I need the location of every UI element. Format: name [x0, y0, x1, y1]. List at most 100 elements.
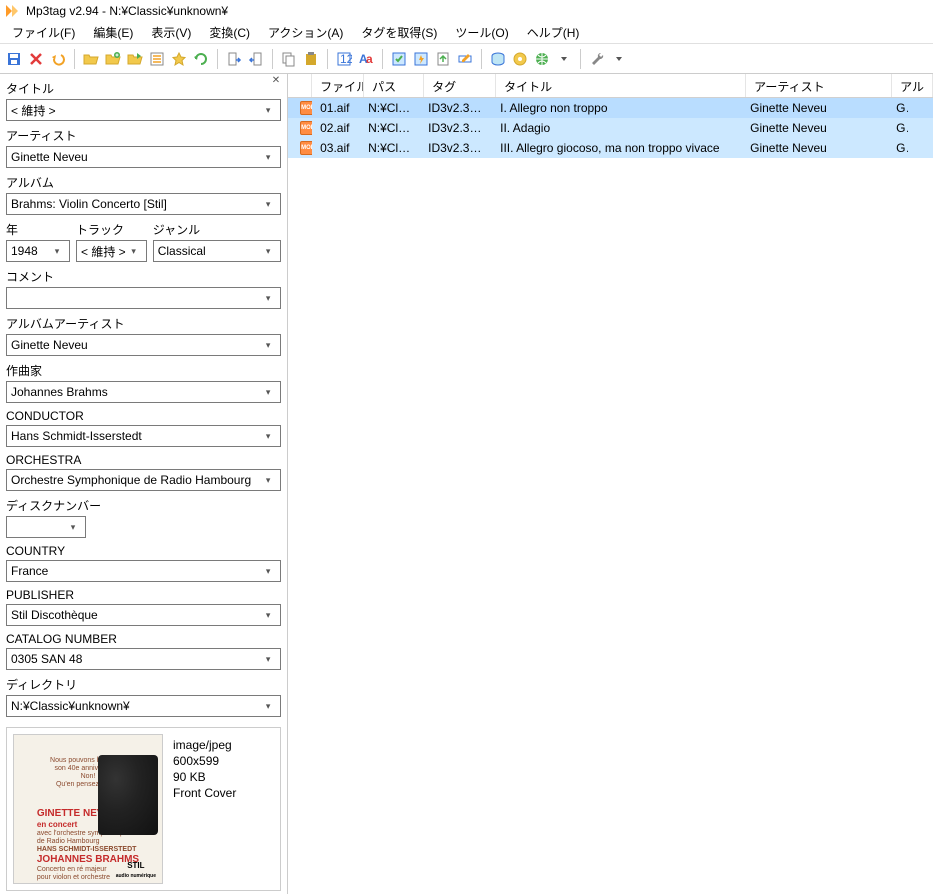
chevron-down-icon[interactable]: ▾ [260, 654, 276, 665]
menu-actions[interactable]: アクション(A) [260, 22, 351, 43]
col-tag[interactable]: タグ [424, 74, 496, 97]
chevron-down-icon[interactable]: ▾ [260, 152, 276, 163]
label-composer: 作曲家 [6, 362, 281, 379]
input-track[interactable]: < 維持 >▾ [76, 240, 147, 262]
input-album[interactable]: Brahms: Violin Concerto [Stil]▾ [6, 193, 281, 215]
chevron-down-icon[interactable]: ▾ [260, 701, 276, 712]
cell-title: II. Adagio [492, 119, 742, 137]
toolbar-separator [382, 49, 383, 69]
cell-artist: Ginette Neveu [742, 99, 888, 117]
input-title[interactable]: < 維持 >▾ [6, 99, 281, 121]
playlist-icon[interactable] [147, 49, 167, 69]
quick-action-icon[interactable] [411, 49, 431, 69]
folder-open-icon[interactable] [81, 49, 101, 69]
cell-album: Gi [888, 99, 908, 117]
export-icon[interactable] [433, 49, 453, 69]
menu-view[interactable]: 表示(V) [143, 22, 199, 43]
col-path[interactable]: パス [364, 74, 424, 97]
chevron-down-icon[interactable]: ▾ [260, 293, 276, 304]
input-comment[interactable]: ▾ [6, 287, 281, 309]
menu-help[interactable]: ヘルプ(H) [519, 22, 588, 43]
discogs-icon[interactable] [510, 49, 530, 69]
titlebar: Mp3tag v2.94 - N:¥Classic¥unknown¥ [0, 0, 933, 22]
chevron-down-icon[interactable]: ▾ [260, 199, 276, 210]
tag-from-file-icon[interactable] [224, 49, 244, 69]
svg-text:a: a [366, 52, 373, 66]
input-orchestra[interactable]: Orchestre Symphonique de Radio Hambourg▾ [6, 469, 281, 491]
main-area: ✕ タイトル < 維持 >▾ アーティスト Ginette Neveu▾ アルバ… [0, 74, 933, 894]
delete-icon[interactable] [26, 49, 46, 69]
file-from-tag-icon[interactable] [246, 49, 266, 69]
menu-tools[interactable]: ツール(O) [447, 22, 516, 43]
chevron-down-icon[interactable]: ▾ [260, 475, 276, 486]
undo-icon[interactable] [48, 49, 68, 69]
cover-image[interactable]: Nous pouvons bien fêter son 40e annivers… [13, 734, 163, 884]
input-directory[interactable]: N:¥Classic¥unknown¥▾ [6, 695, 281, 717]
label-album: アルバム [6, 174, 281, 191]
cell-path: N:¥Cla... [360, 119, 420, 137]
toolbar-separator [327, 49, 328, 69]
autonumber-icon[interactable]: 12 [334, 49, 354, 69]
input-year[interactable]: 1948▾ [6, 240, 70, 262]
cell-filename: 01.aif [312, 99, 360, 117]
col-title[interactable]: タイトル [496, 74, 746, 97]
web-source-icon[interactable] [532, 49, 552, 69]
input-publisher[interactable]: Stil Discothèque▾ [6, 604, 281, 626]
input-album-artist[interactable]: Ginette Neveu▾ [6, 334, 281, 356]
chevron-down-icon[interactable]: ▾ [65, 522, 81, 533]
chevron-down-icon[interactable]: ▾ [260, 387, 276, 398]
case-icon[interactable]: Aa [356, 49, 376, 69]
cell-title: III. Allegro giocoso, ma non troppo viva… [492, 139, 742, 157]
action-icon[interactable] [389, 49, 409, 69]
folder-add-icon[interactable] [103, 49, 123, 69]
dropdown-icon[interactable] [554, 49, 574, 69]
table-row[interactable]: MOD01.aifN:¥Cla...ID3v2.3 (I...I. Allegr… [288, 98, 933, 118]
chevron-down-icon[interactable]: ▾ [260, 431, 276, 442]
menu-tag-sources[interactable]: タグを取得(S) [353, 22, 445, 43]
label-track: トラック [76, 221, 147, 238]
freedb-icon[interactable] [488, 49, 508, 69]
chevron-down-icon[interactable]: ▾ [260, 610, 276, 621]
chevron-down-icon[interactable]: ▾ [126, 246, 142, 257]
table-row[interactable]: MOD02.aifN:¥Cla...ID3v2.3 (I...II. Adagi… [288, 118, 933, 138]
chevron-down-icon[interactable]: ▾ [260, 105, 276, 116]
toolbar-separator [272, 49, 273, 69]
chevron-down-icon[interactable]: ▾ [260, 246, 276, 257]
cell-path: N:¥Cla... [360, 139, 420, 157]
close-icon[interactable]: ✕ [269, 74, 283, 87]
col-filename[interactable]: ファイル名 [312, 74, 364, 97]
input-country[interactable]: France▾ [6, 560, 281, 582]
paste-icon[interactable] [301, 49, 321, 69]
tools-icon[interactable] [587, 49, 607, 69]
chevron-down-icon[interactable]: ▾ [49, 246, 65, 257]
input-genre[interactable]: Classical▾ [153, 240, 281, 262]
input-artist[interactable]: Ginette Neveu▾ [6, 146, 281, 168]
col-icon[interactable] [288, 74, 312, 97]
label-year: 年 [6, 221, 70, 238]
copy-icon[interactable] [279, 49, 299, 69]
folder-play-icon[interactable] [125, 49, 145, 69]
chevron-down-icon[interactable]: ▾ [260, 340, 276, 351]
refresh-icon[interactable] [191, 49, 211, 69]
cell-tag: ID3v2.3 (I... [420, 99, 492, 117]
dropdown-icon[interactable] [609, 49, 629, 69]
input-catalog[interactable]: 0305 SAN 48▾ [6, 648, 281, 670]
col-album[interactable]: アル [892, 74, 933, 97]
menu-edit[interactable]: 編集(E) [85, 22, 141, 43]
label-title: タイトル [6, 80, 281, 97]
file-list-header: ファイル名 パス タグ タイトル アーティスト アル [288, 74, 933, 98]
cell-album: Gi [888, 119, 908, 137]
menu-convert[interactable]: 変換(C) [201, 22, 258, 43]
cover-size: 90 KB [173, 770, 236, 784]
tag-panel: ✕ タイトル < 維持 >▾ アーティスト Ginette Neveu▾ アルバ… [0, 74, 288, 894]
table-row[interactable]: MOD03.aifN:¥Cla...ID3v2.3 (I...III. Alle… [288, 138, 933, 158]
favorite-icon[interactable] [169, 49, 189, 69]
input-conductor[interactable]: Hans Schmidt-Isserstedt▾ [6, 425, 281, 447]
input-discnumber[interactable]: ▾ [6, 516, 86, 538]
col-artist[interactable]: アーティスト [746, 74, 892, 97]
input-composer[interactable]: Johannes Brahms▾ [6, 381, 281, 403]
menu-file[interactable]: ファイル(F) [4, 22, 83, 43]
rename-icon[interactable] [455, 49, 475, 69]
chevron-down-icon[interactable]: ▾ [260, 566, 276, 577]
save-icon[interactable] [4, 49, 24, 69]
